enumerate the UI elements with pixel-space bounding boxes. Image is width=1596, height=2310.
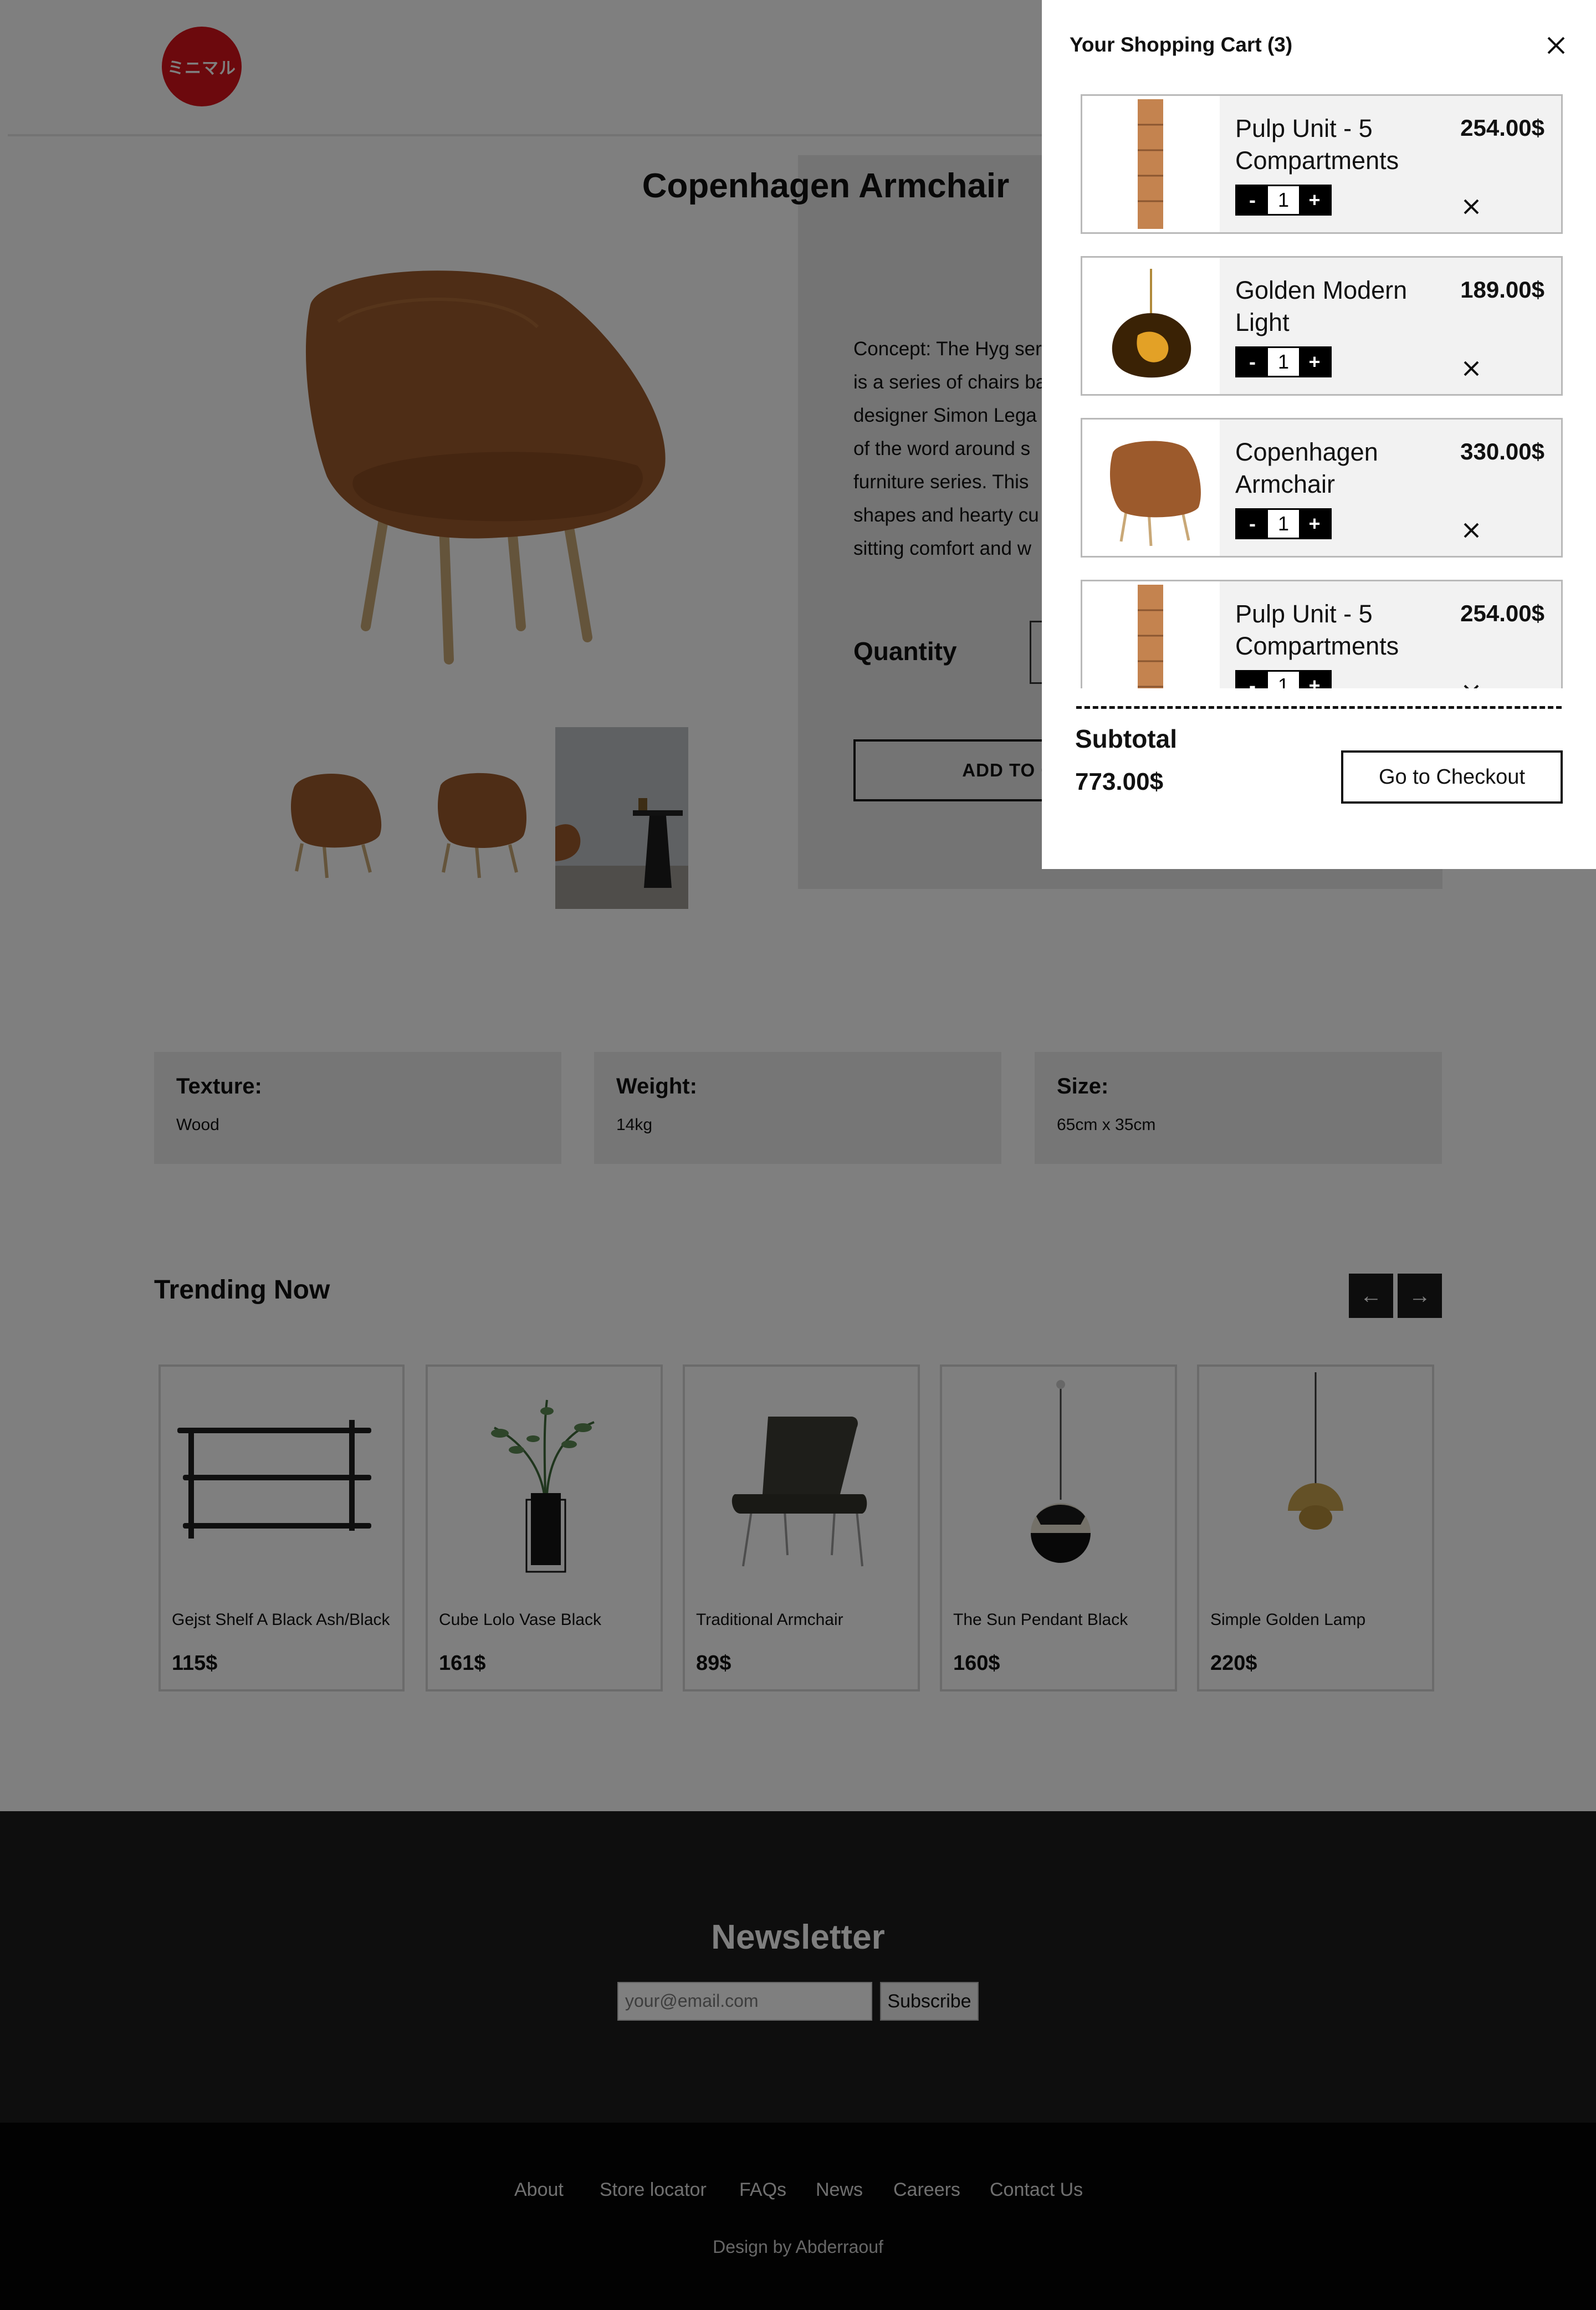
increment-button[interactable]: + (1299, 186, 1330, 214)
decrement-button[interactable]: - (1237, 672, 1268, 688)
cart-item: Golden Modern Light 189.00$ - 1 + (1081, 256, 1563, 396)
decrement-button[interactable]: - (1237, 348, 1268, 376)
increment-button[interactable]: + (1299, 672, 1330, 688)
cart-item-price: 189.00$ (1460, 277, 1544, 303)
close-icon[interactable] (1543, 32, 1569, 59)
cart-item: Pulp Unit - 5 Compartments 254.00$ - 1 + (1081, 94, 1563, 234)
cart-item: Pulp Unit - 5 Compartments 254.00$ - 1 + (1081, 580, 1563, 688)
cart-divider (1076, 706, 1562, 709)
quantity-stepper: - 1 + (1235, 346, 1332, 377)
remove-item-icon[interactable] (1460, 357, 1482, 380)
increment-button[interactable]: + (1299, 510, 1330, 538)
shelf-unit-image (1082, 96, 1220, 232)
quantity-value[interactable]: 1 (1268, 348, 1299, 376)
quantity-value[interactable]: 1 (1268, 186, 1299, 214)
increment-button[interactable]: + (1299, 348, 1330, 376)
remove-item-icon[interactable] (1460, 196, 1482, 218)
cart-item-price: 330.00$ (1460, 438, 1544, 464)
subtotal-label: Subtotal (1075, 724, 1177, 753)
decrement-button[interactable]: - (1237, 186, 1268, 214)
subtotal-value: 773.00$ (1075, 768, 1164, 795)
armchair-image (1082, 420, 1220, 556)
cart-items-list[interactable]: Pulp Unit - 5 Compartments 254.00$ - 1 +… (1042, 89, 1596, 688)
cart-item: Copenhagen Armchair 330.00$ - 1 + (1081, 418, 1563, 558)
checkout-button[interactable]: Go to Checkout (1341, 750, 1563, 804)
cart-item-name: Copenhagen Armchair (1235, 438, 1378, 498)
quantity-value[interactable]: 1 (1268, 672, 1299, 688)
cart-item-name: Golden Modern Light (1235, 276, 1408, 336)
shelf-unit-image (1082, 581, 1220, 688)
cart-item-name: Pulp Unit - 5 Compartments (1235, 600, 1399, 660)
cart-item-price: 254.00$ (1460, 115, 1544, 141)
cart-item-name: Pulp Unit - 5 Compartments (1235, 114, 1399, 175)
quantity-stepper: - 1 + (1235, 508, 1332, 539)
cart-title: Your Shopping Cart (3) (1070, 33, 1293, 56)
remove-item-icon[interactable] (1460, 681, 1482, 688)
quantity-stepper: - 1 + (1235, 185, 1332, 216)
quantity-value[interactable]: 1 (1268, 510, 1299, 538)
remove-item-icon[interactable] (1460, 519, 1482, 541)
cart-item-price: 254.00$ (1460, 600, 1544, 626)
golden-light-image (1082, 258, 1220, 394)
quantity-stepper: - 1 + (1235, 670, 1332, 688)
decrement-button[interactable]: - (1237, 510, 1268, 538)
